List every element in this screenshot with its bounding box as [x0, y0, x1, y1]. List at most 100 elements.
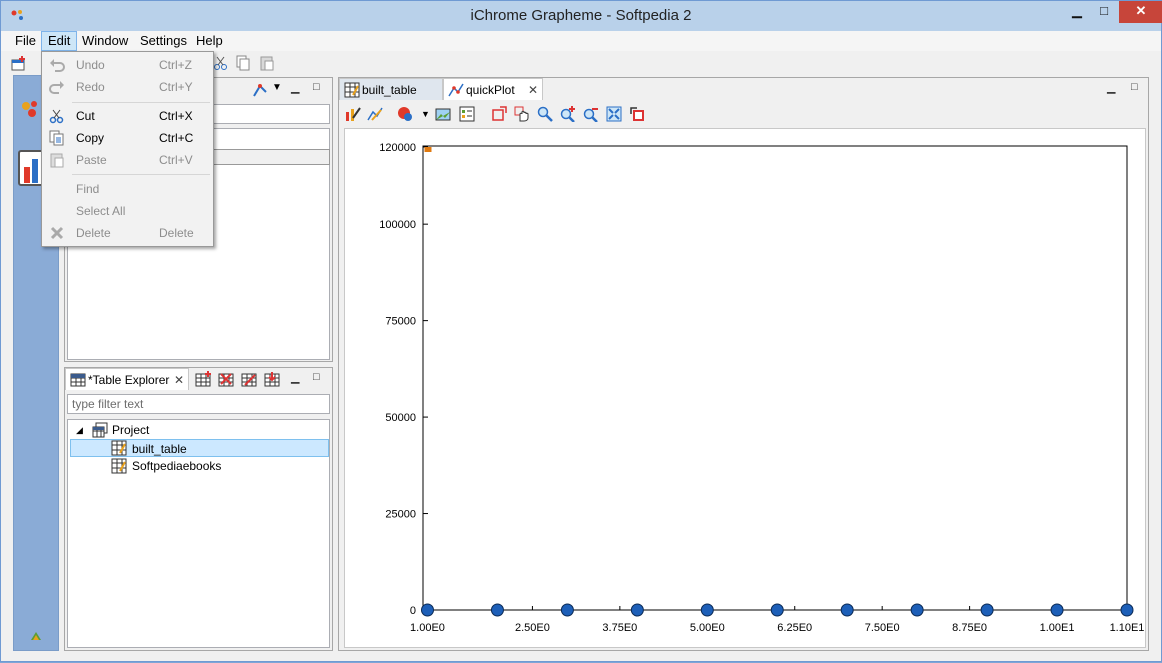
menu-separator [72, 102, 210, 103]
minimize-button[interactable]: ▁ [1063, 1, 1091, 23]
menu-settings[interactable]: Settings [134, 31, 193, 51]
tab-quickplot[interactable]: quickPlot ✕ [443, 78, 543, 100]
explorer-minimize-icon[interactable]: ▁ [291, 371, 299, 384]
edit-series-icon[interactable] [367, 106, 383, 122]
menu-separator [72, 174, 210, 175]
menu-window[interactable]: Window [76, 31, 134, 51]
table-icon [111, 458, 127, 474]
table-explorer-icon [70, 373, 86, 387]
find-label: Find [76, 182, 100, 196]
cut-icon [49, 109, 64, 124]
plot-tool-icon[interactable] [252, 82, 268, 98]
built-table-tab-label: built_table [362, 83, 417, 97]
menu-item-find[interactable]: Find [42, 178, 213, 200]
table-icon [111, 440, 127, 456]
outline-selected-row[interactable] [210, 149, 330, 165]
menu-item-delete[interactable]: Delete Delete [42, 222, 213, 244]
undo-shortcut: Ctrl+Z [159, 58, 192, 72]
edit-table-action-icon[interactable] [241, 371, 257, 387]
cut-shortcut: Ctrl+X [159, 109, 193, 123]
built-table-label: built_table [132, 442, 187, 456]
menu-bar: File Edit Window Settings Help [1, 31, 1161, 51]
tree-node-softpediaebooks[interactable]: Softpediaebooks [70, 457, 329, 475]
close-tab-icon[interactable]: ✕ [528, 79, 538, 101]
bar-chart-icon [24, 159, 38, 183]
undo-icon [50, 59, 65, 72]
chart-perspective-icon[interactable] [20, 98, 42, 120]
zoom-in-icon[interactable] [560, 106, 576, 122]
paste-toolbar-icon[interactable] [259, 55, 275, 71]
redo-icon [49, 81, 64, 94]
close-tab-icon[interactable]: ✕ [174, 369, 184, 391]
menu-item-cut[interactable]: Cut Ctrl+X [42, 105, 213, 127]
table-explorer-panel: *Table Explorer ✕ ▁ □ ◢ Project [64, 367, 333, 651]
table-icon [344, 82, 360, 98]
outline-minimize-icon[interactable]: ▁ [291, 81, 299, 94]
import-table-action-icon[interactable] [264, 371, 280, 387]
quickplot-icon [448, 83, 464, 97]
paste-label: Paste [76, 153, 107, 167]
maximize-button[interactable]: □ [1091, 1, 1117, 23]
softpediaebooks-label: Softpediaebooks [132, 459, 222, 473]
redo-shortcut: Ctrl+Y [159, 80, 193, 94]
window-title: iChrome Grapheme - Softpedia 2 [470, 7, 692, 24]
paste-icon [50, 153, 64, 168]
editor-maximize-icon[interactable]: □ [1131, 81, 1138, 93]
menu-item-undo[interactable]: Undo Ctrl+Z [42, 54, 213, 76]
edit-plot-icon[interactable] [345, 106, 361, 122]
copy-icon [49, 130, 64, 146]
table-tree: ◢ Project built_table Softpediaebooks [67, 419, 330, 648]
pan-hand-icon[interactable] [514, 106, 530, 122]
menu-item-redo[interactable]: Redo Ctrl+Y [42, 76, 213, 98]
plot-canvas[interactable] [344, 128, 1146, 648]
explorer-maximize-icon[interactable]: □ [313, 371, 320, 383]
zoom-box-icon[interactable] [491, 106, 507, 122]
outline-maximize-icon[interactable]: □ [313, 81, 320, 93]
color-picker-icon[interactable] [397, 106, 413, 122]
tab-built-table[interactable]: built_table [339, 78, 443, 100]
title-bar: iChrome Grapheme - Softpedia 2 ▁ □ ✕ [1, 1, 1162, 31]
menu-item-copy[interactable]: Copy Ctrl+C [42, 127, 213, 149]
table-filter-input[interactable] [67, 394, 330, 414]
delete-label: Delete [76, 226, 111, 240]
expand-arrow-icon[interactable]: ◢ [76, 421, 83, 439]
new-table-action-icon[interactable] [195, 371, 211, 387]
cut-label: Cut [76, 109, 95, 123]
application-window: iChrome Grapheme - Softpedia 2 ▁ □ ✕ Fil… [0, 0, 1162, 662]
editor-panel: built_table quickPlot ✕ ▁ □ ▼ [338, 77, 1149, 651]
perspective-settings-icon[interactable] [30, 630, 42, 642]
menu-edit[interactable]: Edit [41, 31, 78, 51]
tab-table-explorer[interactable]: *Table Explorer ✕ [65, 368, 189, 390]
menu-item-paste[interactable]: Paste Ctrl+V [42, 149, 213, 171]
tree-node-built-table[interactable]: built_table [70, 439, 329, 457]
menu-item-select-all[interactable]: Select All [42, 200, 213, 222]
legend-icon[interactable] [459, 106, 475, 122]
table-explorer-tab-label: *Table Explorer [88, 373, 170, 387]
new-table-icon[interactable] [11, 55, 27, 71]
cut-toolbar-icon[interactable] [213, 55, 229, 71]
quickplot-tab-label: quickPlot [466, 83, 515, 97]
reset-view-icon[interactable] [629, 106, 645, 122]
fit-to-window-icon[interactable] [606, 106, 622, 122]
color-dropdown-icon[interactable]: ▼ [421, 109, 430, 119]
copy-label: Copy [76, 131, 105, 145]
edit-menu-dropdown: Undo Ctrl+Z Redo Ctrl+Y Cut Ctrl+X Copy … [41, 51, 214, 247]
tree-node-project[interactable]: ◢ Project [76, 421, 276, 439]
select-all-label: Select All [76, 204, 126, 218]
menu-help[interactable]: Help [190, 31, 229, 51]
delete-table-action-icon[interactable] [218, 371, 234, 387]
menu-file[interactable]: File [9, 31, 42, 51]
project-label: Project [112, 423, 150, 437]
export-image-icon[interactable] [435, 106, 451, 122]
zoom-icon[interactable] [537, 106, 553, 122]
editor-minimize-icon[interactable]: ▁ [1107, 81, 1115, 94]
zoom-out-icon[interactable] [583, 106, 599, 122]
dropdown-arrow-icon[interactable]: ▼ [272, 82, 282, 93]
close-button[interactable]: ✕ [1119, 1, 1162, 23]
delete-icon [50, 226, 64, 240]
paste-shortcut: Ctrl+V [159, 153, 193, 167]
undo-label: Undo [76, 58, 105, 72]
delete-shortcut: Delete [159, 226, 194, 240]
copy-toolbar-icon[interactable] [235, 55, 251, 71]
copy-shortcut: Ctrl+C [159, 131, 194, 145]
